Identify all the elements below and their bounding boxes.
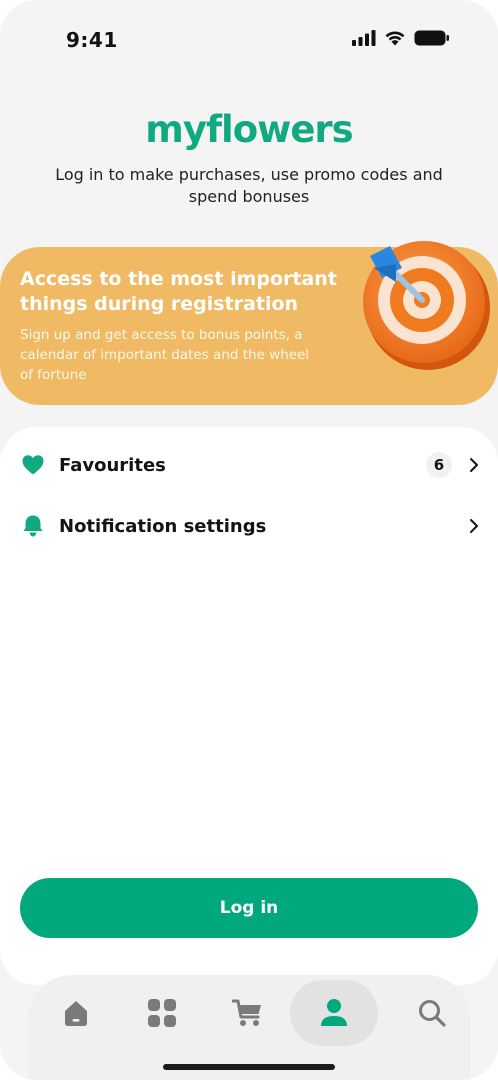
app-screen: 9:41 myflowers Log in to make purchases,… — [0, 0, 498, 1080]
status-bar: 9:41 — [0, 26, 498, 56]
menu-item-notification-settings[interactable]: Notification settings — [0, 499, 498, 553]
heart-icon — [22, 455, 44, 475]
home-icon — [65, 1001, 87, 1026]
status-icons — [352, 30, 450, 46]
bell-icon — [23, 515, 43, 537]
login-subtitle: Log in to make purchases, use promo code… — [55, 165, 443, 206]
wifi-icon — [385, 31, 405, 46]
login-button[interactable]: Log in — [20, 878, 478, 938]
tab-catalog[interactable] — [118, 980, 206, 1046]
cellular-signal-icon — [352, 30, 376, 46]
target-dart-icon — [363, 241, 490, 370]
promo-title: Access to the most important things duri… — [20, 268, 337, 315]
catalog-grid-icon — [148, 999, 176, 1027]
tab-home[interactable] — [32, 980, 120, 1046]
profile-icon — [321, 999, 347, 1026]
search-icon — [419, 1000, 446, 1027]
chevron-right-icon — [470, 458, 478, 472]
chevron-right-icon — [470, 519, 478, 533]
promo-text: Sign up and get access to bonus points, … — [20, 327, 310, 383]
menu-item-label: Favourites — [59, 454, 166, 476]
tab-cart[interactable] — [204, 980, 292, 1046]
tab-search[interactable] — [388, 980, 476, 1046]
menu-item-label: Notification settings — [59, 515, 267, 537]
favourites-count-badge: 6 — [426, 452, 452, 478]
home-indicator — [163, 1064, 335, 1070]
tab-profile[interactable] — [290, 980, 378, 1046]
battery-icon — [414, 30, 449, 46]
status-time: 9:41 — [66, 28, 118, 52]
menu-item-favourites[interactable]: Favourites 6 — [0, 438, 498, 492]
brand-logo: myflowers — [145, 108, 353, 151]
cart-icon — [232, 999, 261, 1026]
profile-menu-card: Favourites 6 Notification settings Log i… — [0, 427, 498, 985]
